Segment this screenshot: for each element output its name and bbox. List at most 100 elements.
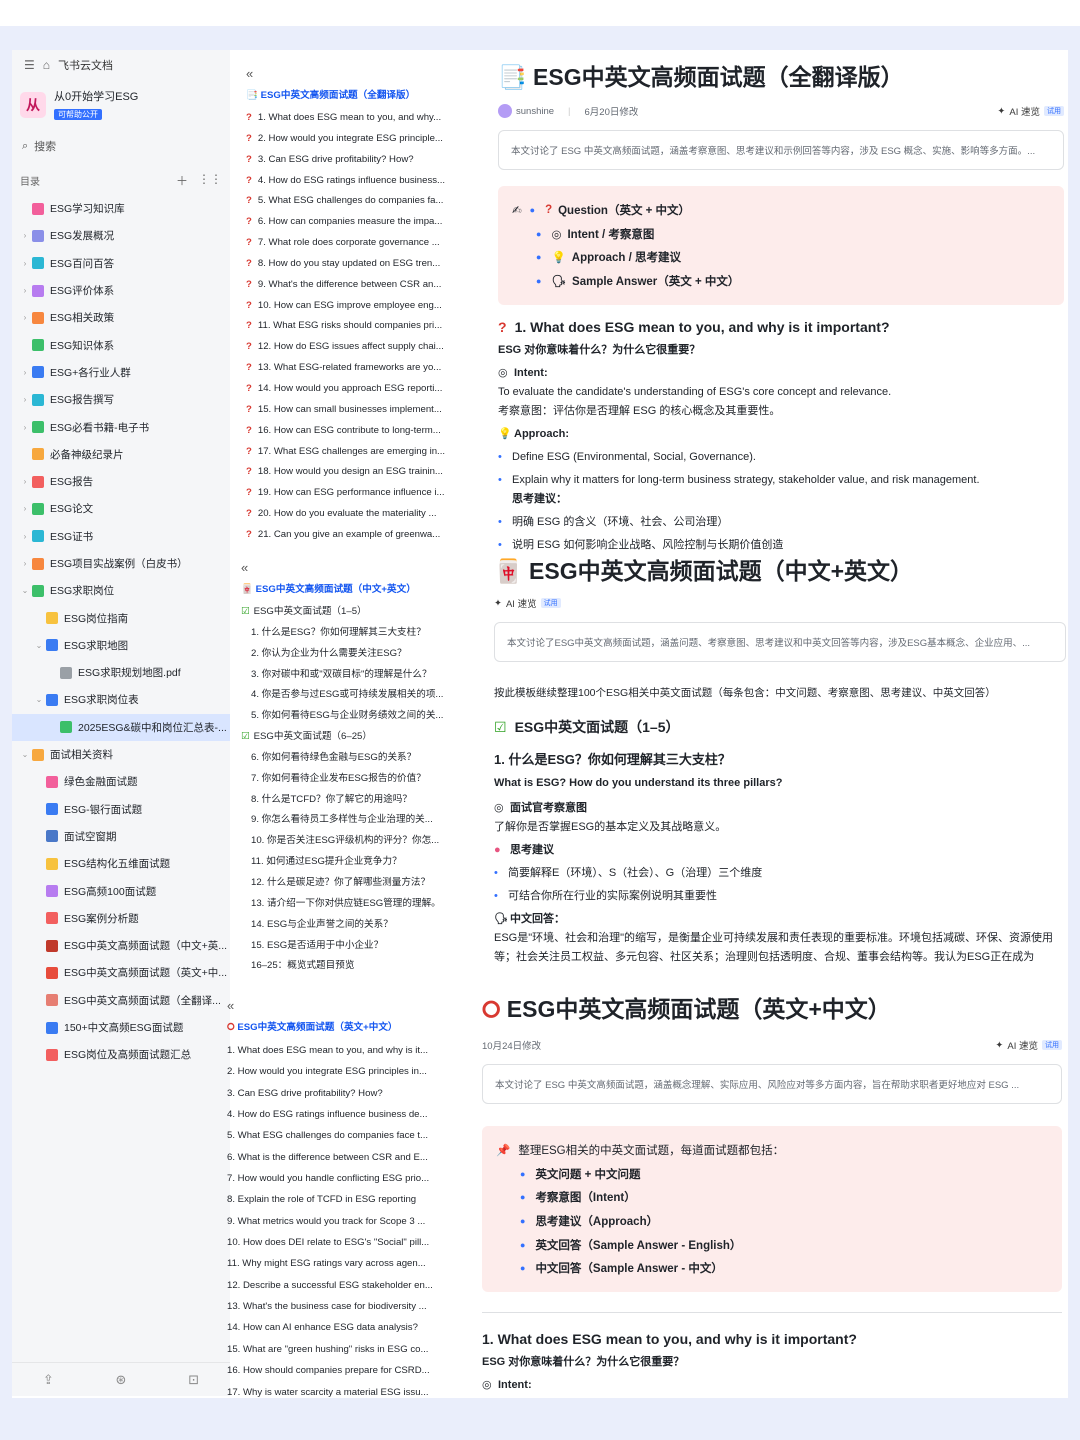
toc-item[interactable]: 7. 你如何看待企业发布ESG报告的价值？: [241, 769, 461, 790]
sidebar-item[interactable]: › ESG报告撰写: [12, 386, 230, 413]
ai-summary-box[interactable]: 本文讨论了ESG中英文高频面试题，涵盖问题、考察意图、思考建议和中英文回答等内容…: [494, 622, 1066, 662]
sidebar-item[interactable]: 150+中文高频ESG面试题: [12, 1014, 230, 1041]
author-name[interactable]: sunshine: [516, 106, 554, 117]
ai-summary-box[interactable]: 本文讨论了 ESG 中英文高频面试题，涵盖概念理解、实际应用、风险应对等多方面内…: [482, 1064, 1062, 1104]
chevron-icon[interactable]: ⌄: [34, 695, 44, 704]
doc-title[interactable]: 📑 ESG中英文高频面试题（全翻译版）: [498, 58, 1064, 92]
sidebar-item[interactable]: ESG中英文高频面试题（英文+中...: [12, 959, 230, 986]
sidebar-item[interactable]: › ESG+各行业人群: [12, 359, 230, 386]
toc-item[interactable]: 14. ESG与企业声誉之间的关系？: [241, 915, 461, 936]
sidebar-item[interactable]: › ESG证书: [12, 523, 230, 550]
sidebar-item[interactable]: 必备神级纪录片: [12, 441, 230, 468]
chevron-icon[interactable]: ›: [20, 286, 30, 295]
sidebar-item[interactable]: ⌄ ESG求职地图: [12, 632, 230, 659]
sidebar-search[interactable]: ⌕ 搜索: [12, 130, 230, 162]
sidebar-item[interactable]: › ESG论文: [12, 495, 230, 522]
space-header[interactable]: 从 从0开始学习ESG 可帮助公开: [12, 80, 230, 130]
chevron-icon[interactable]: ›: [20, 504, 30, 513]
toc-item[interactable]: 7. How would you handle conflicting ESG …: [227, 1168, 437, 1189]
toc-item[interactable]: ? 10. How can ESG improve employee eng...: [246, 296, 466, 317]
sidebar-item[interactable]: › ESG必看书籍-电子书: [12, 413, 230, 440]
collapse-icon[interactable]: «: [227, 998, 437, 1013]
toc-item[interactable]: 1. What does ESG mean to you, and why is…: [227, 1040, 437, 1061]
chevron-icon[interactable]: ⌄: [34, 641, 44, 650]
toc-item[interactable]: ? 15. How can small businesses implement.…: [246, 400, 466, 421]
toc-item[interactable]: 2. How would you integrate ESG principle…: [227, 1061, 437, 1082]
toc-item[interactable]: 12. Describe a successful ESG stakeholde…: [227, 1275, 437, 1296]
toc-item[interactable]: 16. How should companies prepare for CSR…: [227, 1360, 437, 1381]
toc-item[interactable]: ? 5. What ESG challenges do companies fa.…: [246, 191, 466, 212]
toc-item[interactable]: ? 14. How would you approach ESG reporti.…: [246, 379, 466, 400]
sidebar-item[interactable]: › ESG发展概况: [12, 222, 230, 249]
collapse-icon[interactable]: «: [241, 560, 461, 575]
toc-item[interactable]: ? 18. How would you design an ESG trainin…: [246, 462, 466, 483]
toc-item[interactable]: 4. 你是否参与过ESG或可持续发展相关的项...: [241, 685, 461, 706]
toc-item[interactable]: 6. What is the difference between CSR an…: [227, 1147, 437, 1168]
layout-icon[interactable]: ⋮⋮: [198, 172, 222, 189]
settings-icon[interactable]: ⊛: [116, 1372, 127, 1388]
toc-item[interactable]: ? 20. How do you evaluate the materiality…: [246, 504, 466, 525]
toc-item[interactable]: ? 16. How can ESG contribute to long-term…: [246, 421, 466, 442]
toc-item[interactable]: 6. 你如何看待绿色金融与ESG的关系？: [241, 748, 461, 769]
toc-item[interactable]: 13. 请介绍一下你对供应链ESG管理的理解。: [241, 894, 461, 915]
sidebar-item[interactable]: ESG结构化五维面试题: [12, 850, 230, 877]
trash-icon[interactable]: ⊡: [188, 1372, 199, 1388]
toc-section[interactable]: ☑ ESG中英文面试题（1–5）: [241, 602, 461, 623]
sidebar-item[interactable]: ESG岗位及高频面试题汇总: [12, 1041, 230, 1068]
toc-item[interactable]: ? 1. What does ESG mean to you, and why..…: [246, 108, 466, 129]
sidebar-item[interactable]: ESG学习知识库: [12, 195, 230, 222]
sidebar-item[interactable]: ESG中英文高频面试题（全翻译...: [12, 987, 230, 1014]
toc-item[interactable]: 15. What are "green hushing" risks in ES…: [227, 1339, 437, 1360]
chevron-icon[interactable]: ›: [20, 423, 30, 432]
toc-item[interactable]: 3. 你对碳中和或"双碳目标"的理解是什么？: [241, 665, 461, 686]
toc-item[interactable]: ? 4. How do ESG ratings influence busines…: [246, 171, 466, 192]
toc-item[interactable]: 10. 你是否关注ESG评级机构的评分？你怎...: [241, 831, 461, 852]
toc-item[interactable]: 16–25：概览式题目预览: [241, 956, 461, 977]
sidebar-item[interactable]: › ESG评价体系: [12, 277, 230, 304]
add-icon[interactable]: ＋: [176, 172, 188, 189]
doc-title[interactable]: 🀄 ESG中英文高频面试题（中文+英文）: [494, 552, 1066, 586]
toc-item[interactable]: ? 13. What ESG-related frameworks are yo.…: [246, 358, 466, 379]
sidebar-item[interactable]: ESG求职规划地图.pdf: [12, 659, 230, 686]
menu-icon[interactable]: ☰: [24, 58, 35, 72]
sidebar-item[interactable]: › ESG相关政策: [12, 304, 230, 331]
chevron-icon[interactable]: ›: [20, 532, 30, 541]
toc-section[interactable]: ☑ ESG中英文面试题（6–25）: [241, 727, 461, 748]
sidebar-item[interactable]: 绿色金融面试题: [12, 768, 230, 795]
toc-item[interactable]: ? 11. What ESG risks should companies pri…: [246, 316, 466, 337]
toc-item[interactable]: 8. Explain the role of TCFD in ESG repor…: [227, 1189, 437, 1210]
toc-item[interactable]: ? 19. How can ESG performance influence i…: [246, 483, 466, 504]
toc-item[interactable]: 5. 你如何看待ESG与企业财务绩效之间的关...: [241, 706, 461, 727]
toc-item[interactable]: ? 12. How do ESG issues affect supply cha…: [246, 337, 466, 358]
toc-item[interactable]: 12. 什么是碳足迹？你了解哪些测量方法？: [241, 873, 461, 894]
toc-title[interactable]: ⭘ ESG中英文高频面试题（英文+中文）: [227, 1019, 437, 1033]
sidebar-item[interactable]: › ESG报告: [12, 468, 230, 495]
toc-item[interactable]: 17. Why is water scarcity a material ESG…: [227, 1382, 437, 1403]
sidebar-item[interactable]: ⌄ ESG求职岗位表: [12, 686, 230, 713]
toc-item[interactable]: 11. Why might ESG ratings vary across ag…: [227, 1253, 437, 1274]
sidebar-item[interactable]: 2025ESG&碳中和岗位汇总表-...: [12, 713, 230, 741]
sidebar-item[interactable]: ESG岗位指南: [12, 604, 230, 631]
chevron-icon[interactable]: ⌄: [20, 586, 30, 595]
ai-summary-button[interactable]: ✦ AI 速览 试用: [997, 104, 1064, 118]
ai-summary-button[interactable]: ✦ AI 速览 试用: [995, 1038, 1062, 1052]
toc-item[interactable]: 11. 如何通过ESG提升企业竞争力？: [241, 852, 461, 873]
doc-title[interactable]: ⭘ ESG中英文高频面试题（英文+中文）: [482, 990, 1062, 1024]
toc-item[interactable]: 4. How do ESG ratings influence business…: [227, 1104, 437, 1125]
sidebar-item[interactable]: ESG知识体系: [12, 331, 230, 358]
sidebar-item[interactable]: ESG中英文高频面试题（中文+英...: [12, 932, 230, 959]
avatar[interactable]: [498, 104, 512, 118]
toc-item[interactable]: ? 17. What ESG challenges are emerging in…: [246, 442, 466, 463]
toc-item[interactable]: 8. 什么是TCFD？你了解它的用途吗？: [241, 790, 461, 811]
toc-item[interactable]: 14. How can AI enhance ESG data analysis…: [227, 1317, 437, 1338]
home-icon[interactable]: ⌂: [43, 58, 50, 72]
sidebar-item[interactable]: › ESG项目实战案例（白皮书）: [12, 550, 230, 577]
share-icon[interactable]: ⇪: [43, 1372, 54, 1388]
sidebar-item[interactable]: 面试空窗期: [12, 823, 230, 850]
sidebar-item[interactable]: ESG案例分析题: [12, 905, 230, 932]
chevron-icon[interactable]: ›: [20, 395, 30, 404]
toc-item[interactable]: ? 6. How can companies measure the impa..…: [246, 212, 466, 233]
toc-item[interactable]: 2. 你认为企业为什么需要关注ESG？: [241, 644, 461, 665]
chevron-icon[interactable]: ›: [20, 313, 30, 322]
toc-item[interactable]: 9. What metrics would you track for Scop…: [227, 1211, 437, 1232]
